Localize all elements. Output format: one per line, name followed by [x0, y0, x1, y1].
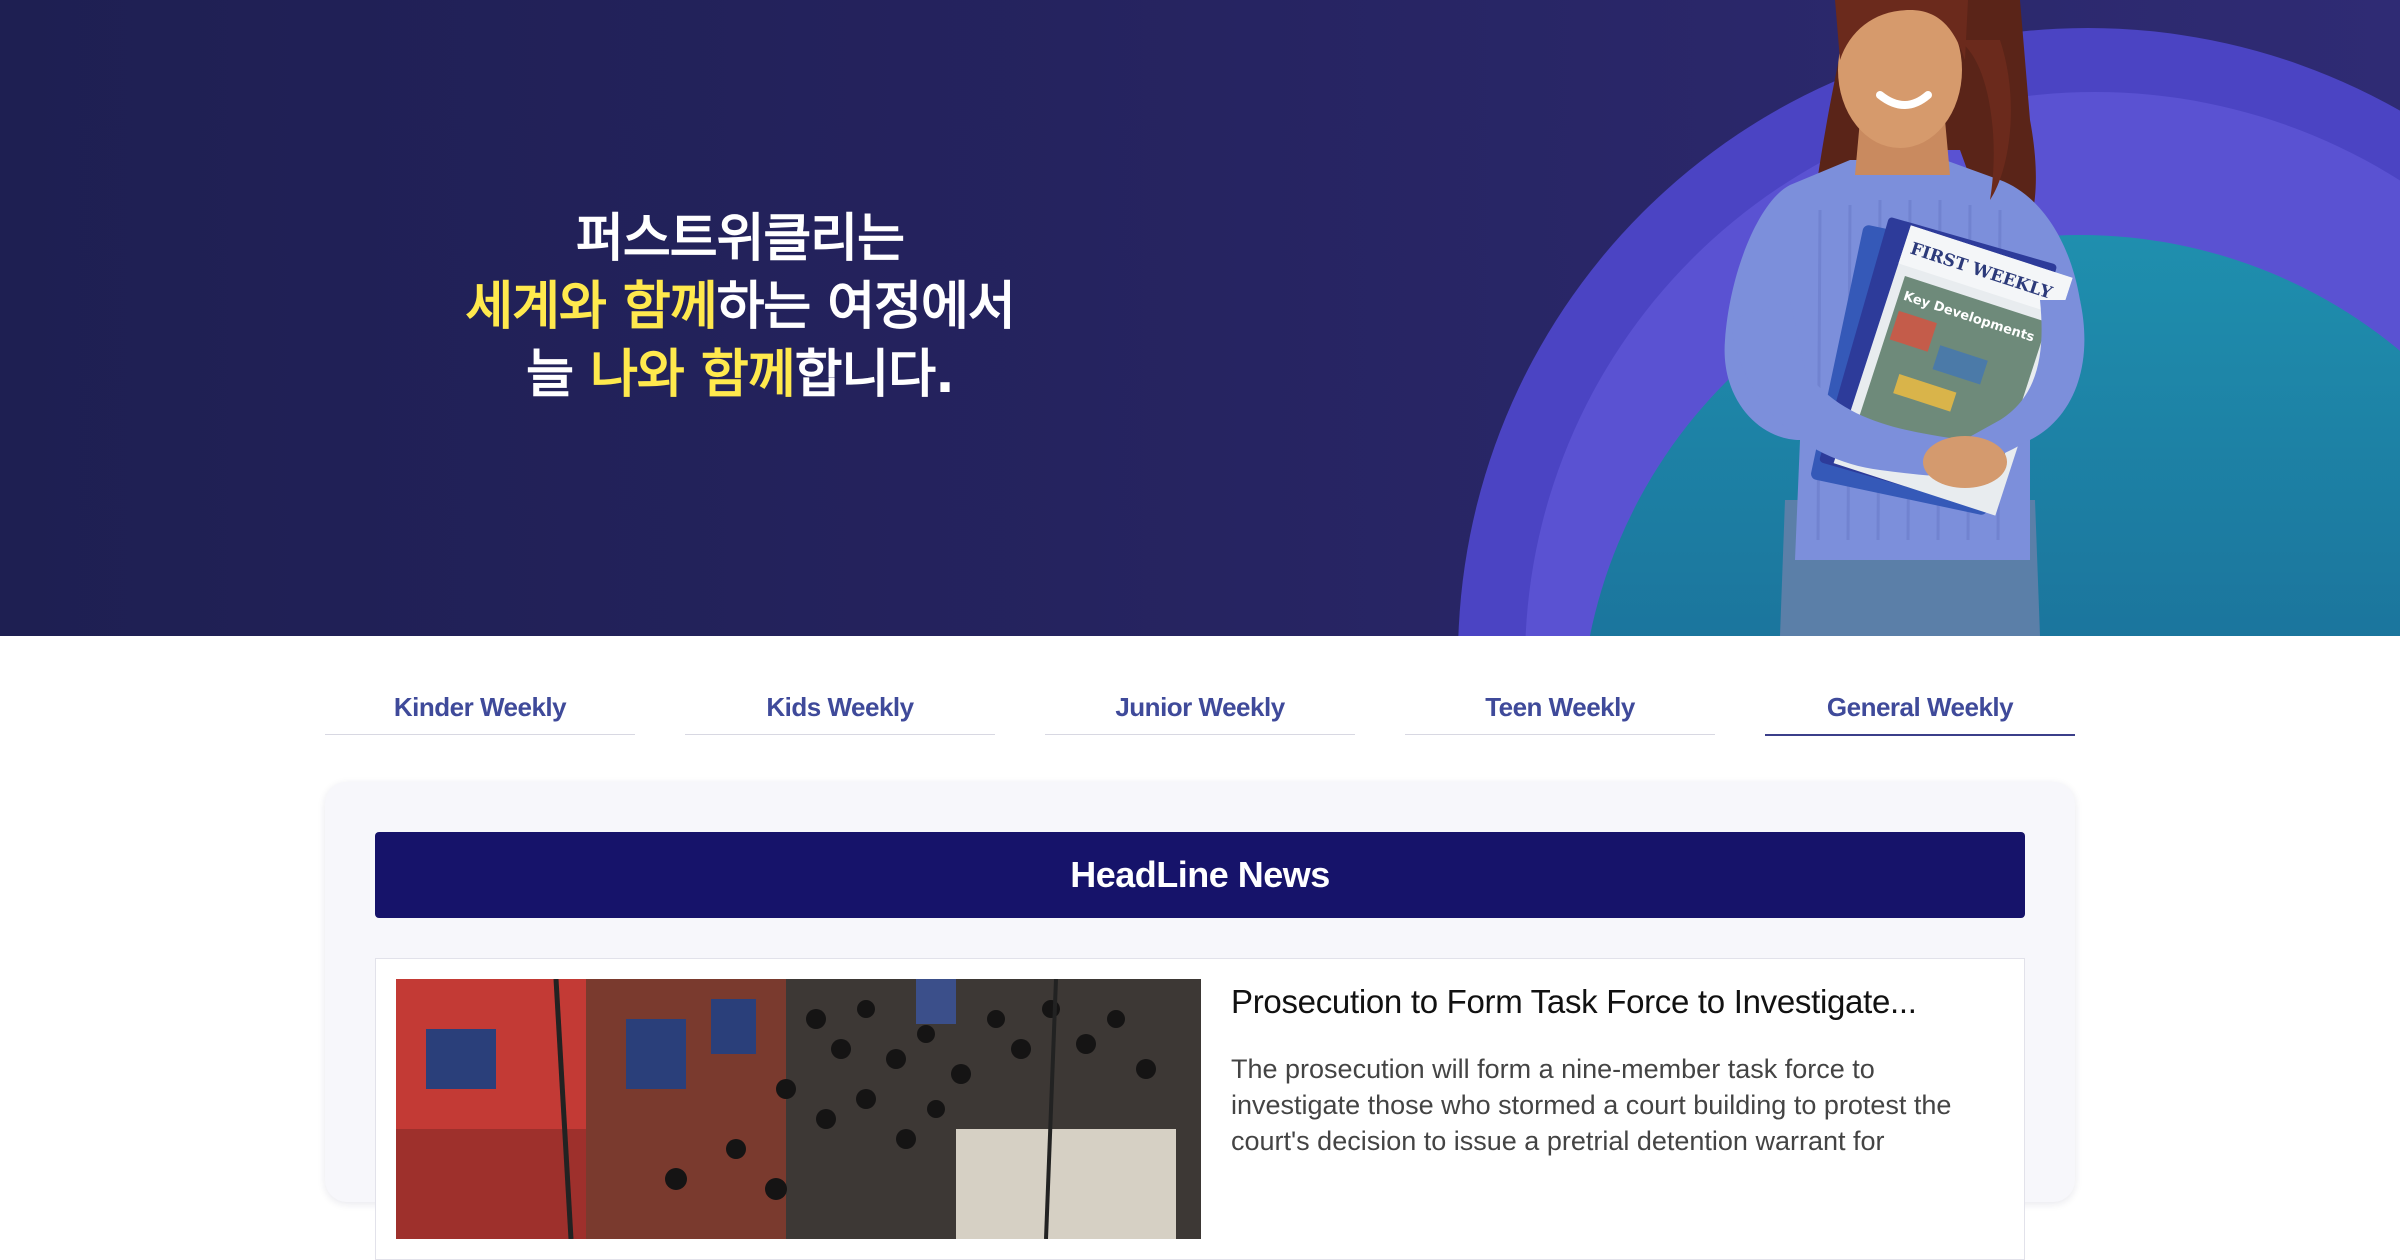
student-holding-magazine-image: FIRST WEEKLY Key Developments [1724, 0, 2085, 636]
tab-kinder-weekly[interactable]: Kinder Weekly [325, 680, 635, 735]
headline-news-card: HeadLine News Prosecution to Form Task F… [325, 782, 2075, 1260]
tab-teen-weekly[interactable]: Teen Weekly [1405, 680, 1715, 735]
hero-line-1: 퍼스트위클리는 [576, 209, 905, 269]
hero-line-3: 늘 나와 함께합니다. [380, 341, 1100, 409]
tab-general-weekly[interactable]: General Weekly [1765, 680, 2075, 736]
tab-junior-weekly[interactable]: Junior Weekly [1045, 680, 1355, 735]
article-title[interactable]: Prosecution to Form Task Force to Invest… [1231, 983, 2011, 1021]
hero-line-3-end: 합니다. [794, 345, 955, 405]
hero-line-2: 세계와 함께하는 여정에서 [380, 273, 1100, 341]
tab-kids-weekly[interactable]: Kids Weekly [685, 680, 995, 735]
hero-banner: 퍼스트위클리는 세계와 함께하는 여정에서 늘 나와 함께합니다. FIRST … [0, 0, 2400, 636]
headline-news-title: HeadLine News [375, 832, 2025, 918]
article-summary: The prosecution will form a nine-member … [1231, 1054, 1952, 1156]
hero-line-3-highlight: 나와 함께 [590, 345, 795, 405]
weekly-tabs: Kinder Weekly Kids Weekly Junior Weekly … [325, 680, 2075, 736]
article-photo[interactable] [396, 979, 1201, 1239]
crowd-street-night-image [396, 979, 1201, 1239]
hero-slogan: 퍼스트위클리는 세계와 함께하는 여정에서 늘 나와 함께합니다. [380, 205, 1100, 409]
hero-line-2-highlight: 세계와 함께 [465, 277, 717, 337]
headline-article[interactable]: Prosecution to Form Task Force to Invest… [375, 958, 2025, 1260]
hero-line-3-start: 늘 [526, 345, 591, 405]
hero-line-2-rest: 하는 여정에서 [716, 277, 1016, 337]
